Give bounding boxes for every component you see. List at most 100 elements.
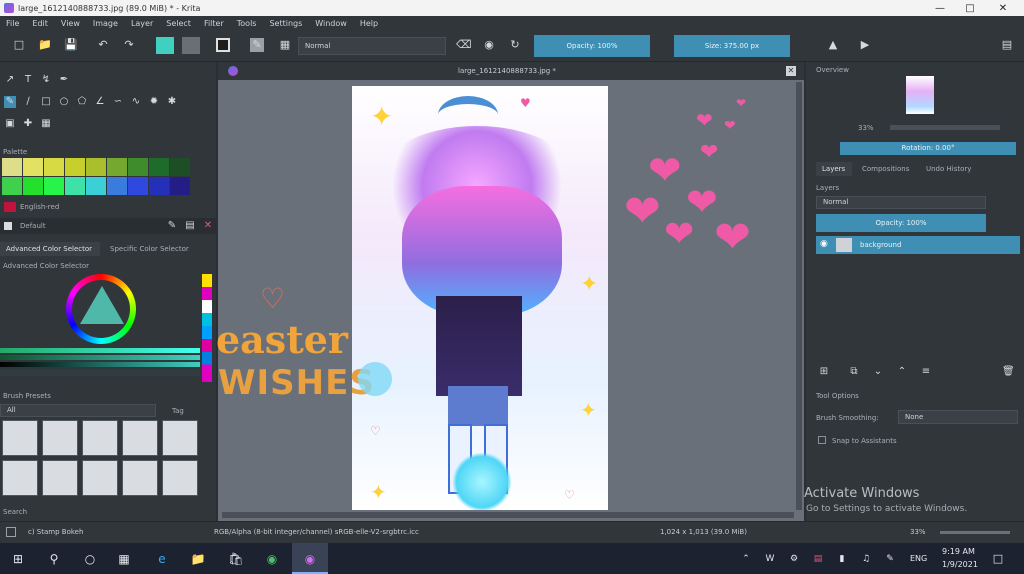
palette-swatch[interactable] [86,158,106,176]
windows-start-icon[interactable]: ⊞ [10,551,26,567]
layer-name[interactable]: background [860,241,901,249]
delete-layer-icon[interactable]: 🗑 [1002,366,1015,378]
menu-window[interactable]: Window [315,19,347,28]
clock-date[interactable]: 1/9/2021 [942,560,978,569]
text-tool-icon[interactable]: T [22,74,34,86]
layer-blend-select[interactable]: Normal [816,196,986,209]
polygon-tool-icon[interactable]: ⬠ [76,96,88,108]
palette-swatch[interactable] [65,177,85,195]
tab-undo-history[interactable]: Undo History [924,162,984,176]
menu-help[interactable]: Help [360,19,378,28]
menu-settings[interactable]: Settings [269,19,302,28]
clock-time[interactable]: 9:19 AM [942,547,975,556]
brush-preset-eraser[interactable] [2,420,38,456]
rotation-slider[interactable]: Rotation: 0.00° [840,142,1016,155]
tab-layers[interactable]: Layers [816,162,852,176]
snap-checkbox[interactable] [818,436,826,444]
color-triangle[interactable] [80,286,124,324]
size-slider[interactable]: Size: 375.00 px [674,35,790,57]
palette-swatch[interactable] [107,158,127,176]
brush-preset-airbrush[interactable] [82,420,118,456]
move-layer-down-icon[interactable]: ⌄ [872,366,884,378]
task-view-icon[interactable]: ▦ [116,551,132,567]
select-shapes-icon[interactable]: ↗ [4,74,16,86]
layer-properties-icon[interactable]: ≡ [920,366,932,378]
brush-preset-marker[interactable] [162,420,198,456]
brush-preset-pencil[interactable] [2,460,38,496]
calligraphy-icon[interactable]: ✒ [58,74,70,86]
new-document-icon[interactable]: □ [12,38,26,52]
brush-preset-icon[interactable]: ✎ [250,38,264,52]
menu-filter[interactable]: Filter [204,19,224,28]
menu-file[interactable]: File [6,19,19,28]
file-explorer-icon[interactable]: 📁 [190,551,206,567]
vertical-scrollbar[interactable] [796,82,802,510]
cortana-icon[interactable]: ○ [82,551,98,567]
crop-tool-icon[interactable]: ▣ [4,118,16,130]
status-zoom-slider[interactable] [940,531,1010,534]
menu-view[interactable]: View [61,19,80,28]
undo-icon[interactable]: ↶ [96,38,110,52]
pen-icon[interactable]: ✎ [882,551,898,567]
visibility-eye-icon[interactable]: ◉ [820,239,828,249]
brush-preset-sketch[interactable] [42,460,78,496]
eraser-icon[interactable]: ⌫ [456,38,472,52]
status-color-space[interactable]: RGB/Alpha (8-bit integer/channel) sRGB-e… [214,528,419,536]
palette-swatch[interactable] [44,158,64,176]
freehand-brush-icon[interactable]: ✎ [4,96,16,108]
opacity-slider[interactable]: Opacity: 100% [534,35,650,57]
palette-swatch[interactable] [2,177,22,195]
close-document-icon[interactable]: ✕ [786,66,796,76]
save-palette-icon[interactable]: ▤ [184,220,196,232]
hue-slider[interactable] [0,348,200,353]
palette-swatch[interactable] [128,177,148,195]
palette-color-chip[interactable] [4,202,16,212]
brush-preset-blender[interactable] [82,460,118,496]
rectangle-tool-icon[interactable]: □ [40,96,52,108]
volume-icon[interactable]: ♫ [858,551,874,567]
color-history-strip[interactable] [202,274,212,382]
pencil-edit-icon[interactable]: ✎ [166,220,178,232]
minimize-icon[interactable]: — [925,0,955,16]
mirror-horizontal-icon[interactable]: ▲ [826,38,840,52]
search-label[interactable]: Search [3,508,27,516]
edit-shapes-icon[interactable]: ↯ [40,74,52,86]
overview-zoom-slider[interactable] [890,125,1000,130]
add-layer-icon[interactable]: ⊞ [818,366,830,378]
close-icon[interactable]: ✕ [988,0,1018,16]
transform-tool-icon[interactable]: ▦ [40,118,52,130]
chrome-icon[interactable]: ◉ [264,551,280,567]
network-icon[interactable]: ⚙ [786,551,802,567]
palette-swatch[interactable] [86,177,106,195]
menu-tools[interactable]: Tools [237,19,257,28]
palette-swatch[interactable] [170,177,190,195]
reload-preset-icon[interactable]: ↻ [508,38,522,52]
palette-swatch[interactable] [23,177,43,195]
brush-filter-select[interactable]: All [0,404,156,417]
mirror-vertical-icon[interactable]: ▶ [858,38,872,52]
palette-swatch[interactable] [149,177,169,195]
palette-swatch[interactable] [149,158,169,176]
toolbar-menu-icon[interactable]: ▤ [1000,38,1014,52]
brush-preset-ink[interactable] [42,420,78,456]
layer-row-background[interactable]: ◉ background [816,236,1020,254]
search-icon[interactable]: ⚲ [46,551,62,567]
notifications-icon[interactable]: □ [990,551,1006,567]
saturation-slider[interactable] [0,355,200,360]
menu-select[interactable]: Select [166,19,191,28]
language-indicator[interactable]: ENG [910,554,927,563]
palette-swatch[interactable] [65,158,85,176]
line-tool-icon[interactable]: ∕ [22,96,34,108]
brush-smoothing-select[interactable]: None [898,410,1018,424]
redo-icon[interactable]: ↷ [122,38,136,52]
palette-swatch[interactable] [44,177,64,195]
tab-specific-color-selector[interactable]: Specific Color Selector [104,242,204,256]
delete-icon[interactable]: ✕ [202,220,214,232]
menu-edit[interactable]: Edit [32,19,48,28]
bezier-tool-icon[interactable]: ∽ [112,96,124,108]
swap-colors-icon[interactable] [216,38,230,52]
menu-image[interactable]: Image [93,19,118,28]
save-icon[interactable]: 💾 [64,38,78,52]
brush-tag-label[interactable]: Tag [172,407,184,415]
palette-swatch[interactable] [2,158,22,176]
